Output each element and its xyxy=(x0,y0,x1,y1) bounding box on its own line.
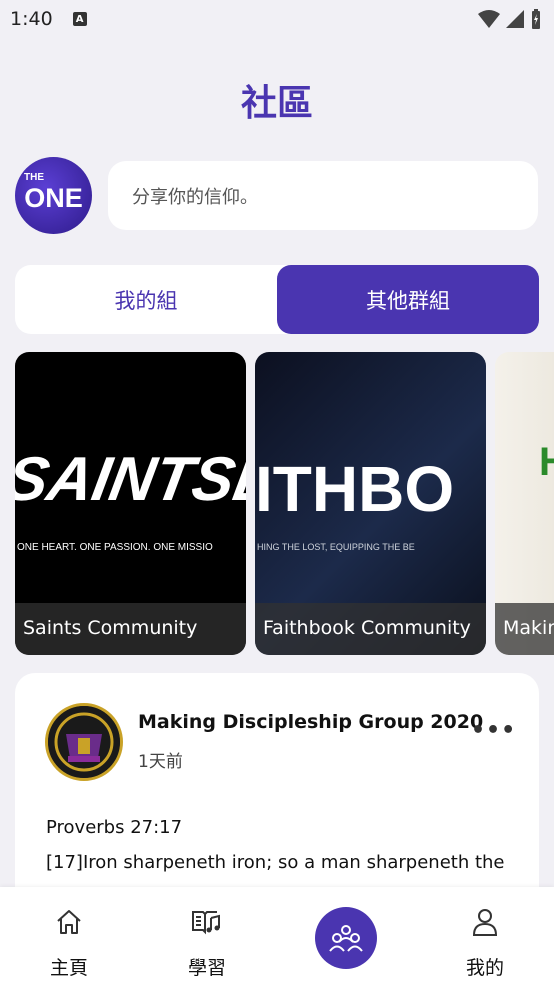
user-icon xyxy=(472,907,498,937)
home-icon xyxy=(55,907,83,937)
more-options-button[interactable]: ••• xyxy=(471,718,516,743)
app-logo-avatar[interactable]: THE ONE xyxy=(15,157,92,234)
status-time: 1:40 xyxy=(10,8,53,30)
status-bar: 1:40 A xyxy=(0,0,554,38)
making-banner-text: H xyxy=(539,440,554,484)
faithbook-tagline: HING THE LOST, EQUIPPING THE BE xyxy=(257,542,415,552)
community-name: Faithbook Community xyxy=(255,603,486,655)
post-timestamp: 1天前 xyxy=(138,752,183,772)
post-scripture-reference: Proverbs 27:17 xyxy=(46,817,183,838)
group-emblem-icon xyxy=(48,706,120,778)
logo-big-text: ONE xyxy=(24,183,83,213)
faithbook-banner-text: ITHBO xyxy=(255,453,455,525)
group-tabs: 我的組 其他群組 xyxy=(15,265,539,334)
community-card-making[interactable]: H Making xyxy=(495,352,554,655)
page-title: 社區 xyxy=(240,83,313,124)
post-body-text: [17]Iron sharpeneth iron; so a man sharp… xyxy=(46,852,505,873)
nav-label-learn: 學習 xyxy=(187,957,226,979)
nav-label-profile: 我的 xyxy=(465,957,504,979)
battery-icon xyxy=(532,9,540,29)
book-music-icon xyxy=(191,907,223,937)
saints-banner-text: SAINTSE xyxy=(15,445,246,514)
bottom-navigation: 主頁 學習 我的 xyxy=(0,887,554,986)
saints-tagline: ONE HEART. ONE PASSION. ONE MISSIO xyxy=(17,542,213,553)
community-card-saints[interactable]: SAINTSE ONE HEART. ONE PASSION. ONE MISS… xyxy=(15,352,246,655)
community-card-faithbook[interactable]: ITHBO HING THE LOST, EQUIPPING THE BE Fa… xyxy=(255,352,486,655)
status-icons xyxy=(478,9,542,29)
tab-other-groups[interactable]: 其他群組 xyxy=(277,265,539,334)
community-name: Making xyxy=(495,603,554,655)
nav-label-home: 主頁 xyxy=(49,957,88,979)
nav-item-learn[interactable]: 學習 xyxy=(152,887,262,986)
signal-icon xyxy=(506,10,524,28)
share-faith-input[interactable]: 分享你的信仰。 xyxy=(108,161,538,230)
notification-icon: A xyxy=(72,12,87,26)
community-name: Saints Community xyxy=(15,603,246,655)
group-name[interactable]: Making Discipleship Group 2020 xyxy=(138,711,483,733)
community-icon xyxy=(329,925,363,952)
nav-item-community[interactable] xyxy=(315,907,377,969)
group-avatar[interactable] xyxy=(45,703,123,781)
wifi-icon xyxy=(478,10,500,28)
nav-item-profile[interactable]: 我的 xyxy=(430,887,540,986)
community-carousel: SAINTSE ONE HEART. ONE PASSION. ONE MISS… xyxy=(15,352,554,655)
logo-small-text: THE xyxy=(24,172,44,183)
tab-my-groups[interactable]: 我的組 xyxy=(15,265,277,334)
nav-item-home[interactable]: 主頁 xyxy=(14,887,124,986)
